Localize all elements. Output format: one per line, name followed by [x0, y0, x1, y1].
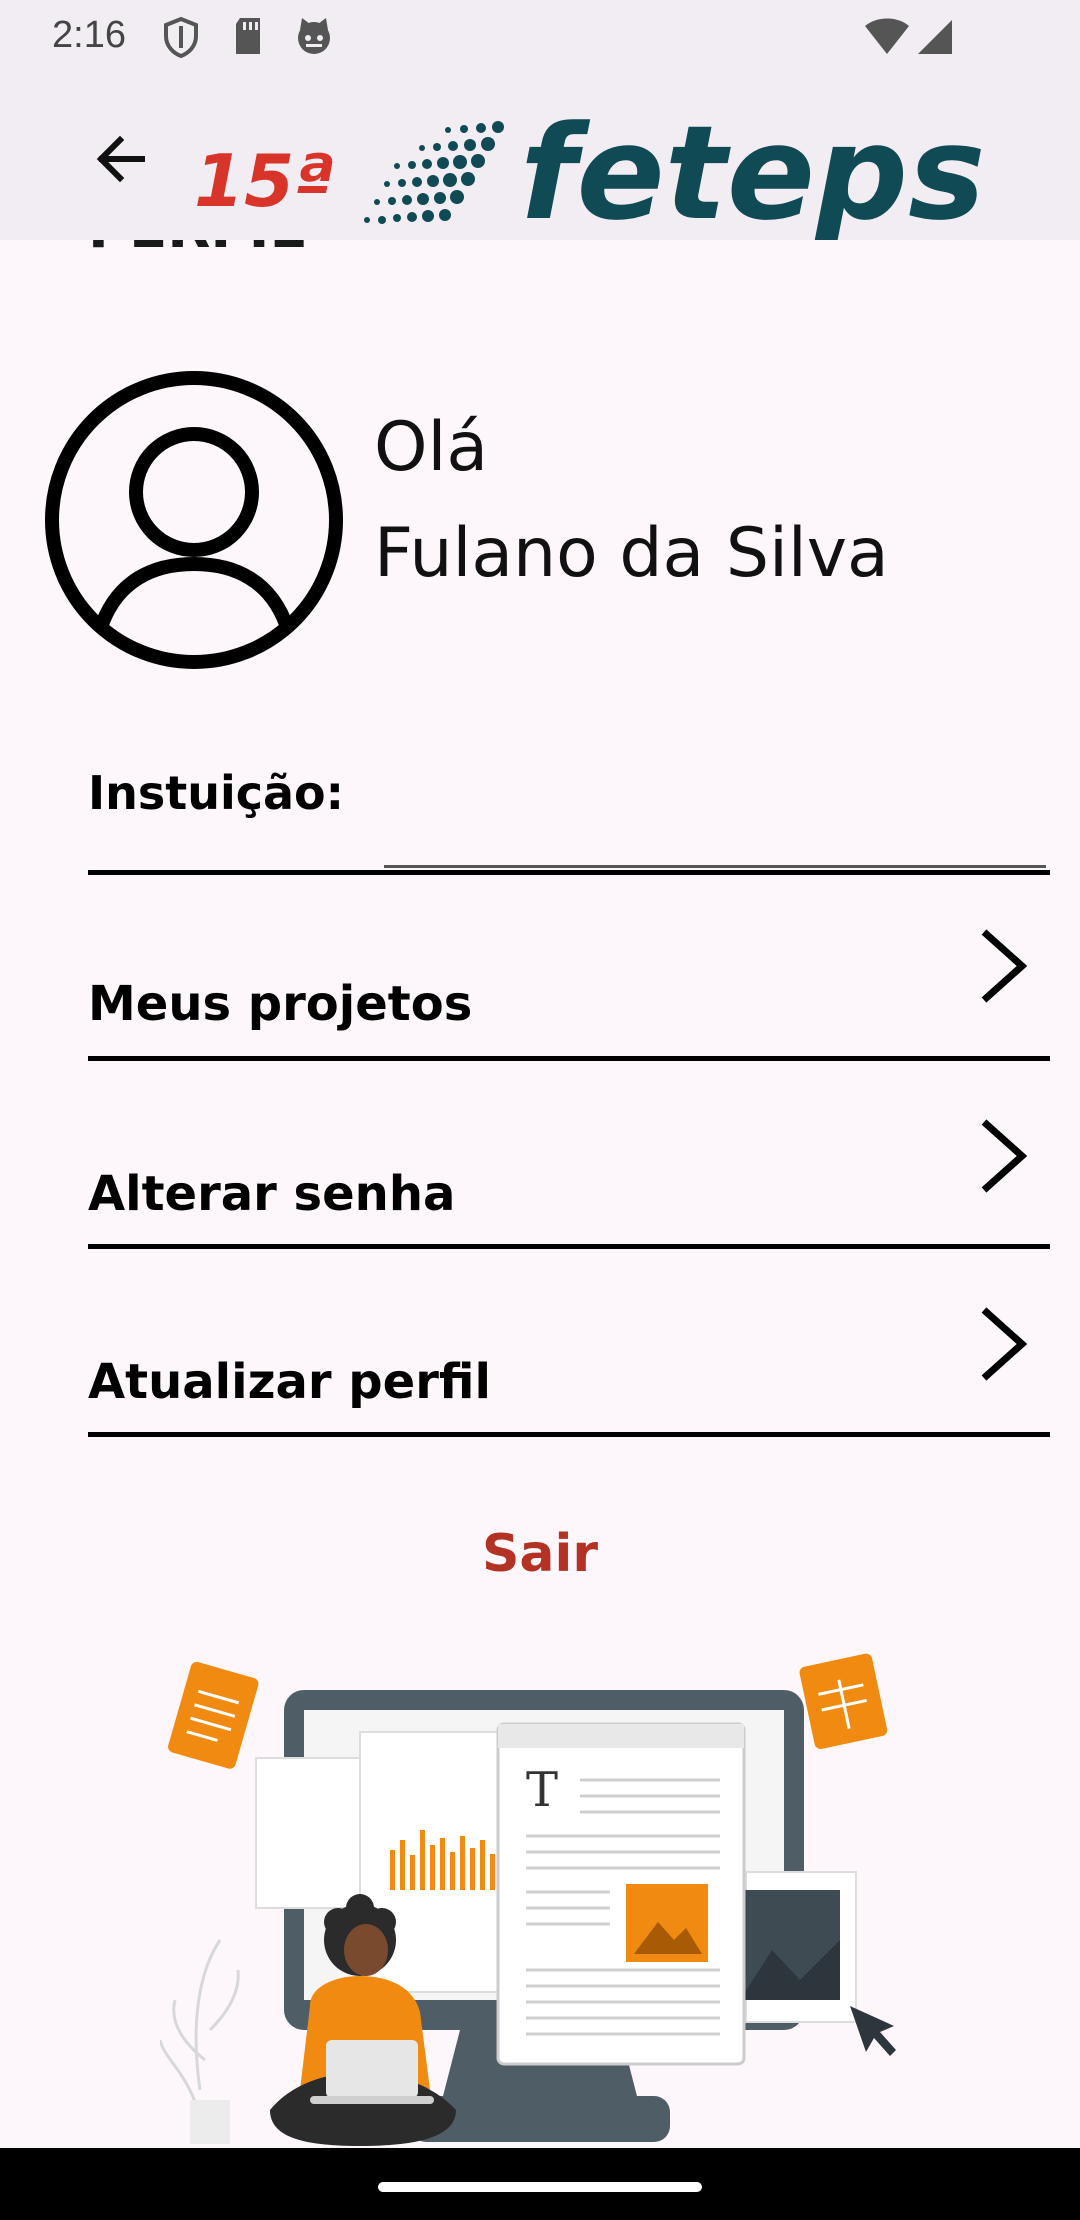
sd-card-icon	[236, 18, 260, 54]
greeting-text: Olá	[374, 408, 489, 487]
account-circle-icon[interactable]	[44, 370, 344, 670]
cursor-icon	[850, 2006, 896, 2056]
navigation-bar	[0, 2148, 1080, 2220]
menu-item-meus-projetos[interactable]: Meus projetos	[88, 908, 1050, 1058]
wifi-icon	[865, 18, 909, 54]
chevron-right-icon[interactable]	[976, 1304, 1032, 1384]
chevron-right-icon[interactable]	[976, 1116, 1032, 1196]
menu-item-alterar-senha[interactable]: Alterar senha	[88, 1098, 1050, 1248]
menu-item-label: Meus projetos	[88, 976, 473, 1032]
page-title: PERFIL	[88, 240, 305, 261]
menu-item-label: Atualizar perfil	[88, 1354, 491, 1410]
back-button[interactable]	[88, 124, 158, 194]
chevron-right-icon[interactable]	[976, 926, 1032, 1006]
logo-edition-text: 15ª	[194, 139, 335, 223]
shield-icon	[164, 16, 198, 58]
institution-label: Instuição:	[88, 766, 345, 820]
divider	[88, 870, 1050, 875]
logo-text: feteps	[520, 100, 985, 240]
user-name: Fulano da Silva	[374, 514, 889, 593]
arrow-back-icon	[96, 135, 145, 183]
menu-item-atualizar-perfil[interactable]: Atualizar perfil	[88, 1286, 1050, 1436]
plant-icon	[160, 1939, 240, 2144]
feteps-logo: 15ª feteps	[192, 97, 1032, 249]
logo-dots	[364, 121, 504, 224]
divider	[88, 1056, 1050, 1061]
spreadsheet-icon	[799, 1653, 888, 1749]
status-bar: 2:16	[0, 0, 1080, 72]
profile-content: PERFIL Olá Fulano da Silva Instuição: Me…	[0, 240, 1080, 2148]
work-illustration: T	[160, 1653, 896, 2146]
document-icon	[168, 1661, 259, 1769]
logout-button[interactable]: Sair	[0, 1524, 1080, 1584]
cell-signal-icon	[918, 20, 952, 54]
divider	[88, 1432, 1050, 1437]
home-gesture-handle[interactable]	[378, 2182, 702, 2192]
svg-text:T: T	[526, 1762, 558, 1818]
divider	[88, 1244, 1050, 1249]
status-time: 2:16	[52, 14, 126, 56]
feteps-logo-graphic: 15ª feteps	[194, 97, 985, 249]
app-bar: 15ª feteps	[0, 72, 1080, 249]
cat-face-icon	[298, 18, 330, 54]
institution-field[interactable]	[384, 865, 1046, 868]
menu-item-label: Alterar senha	[88, 1166, 456, 1222]
